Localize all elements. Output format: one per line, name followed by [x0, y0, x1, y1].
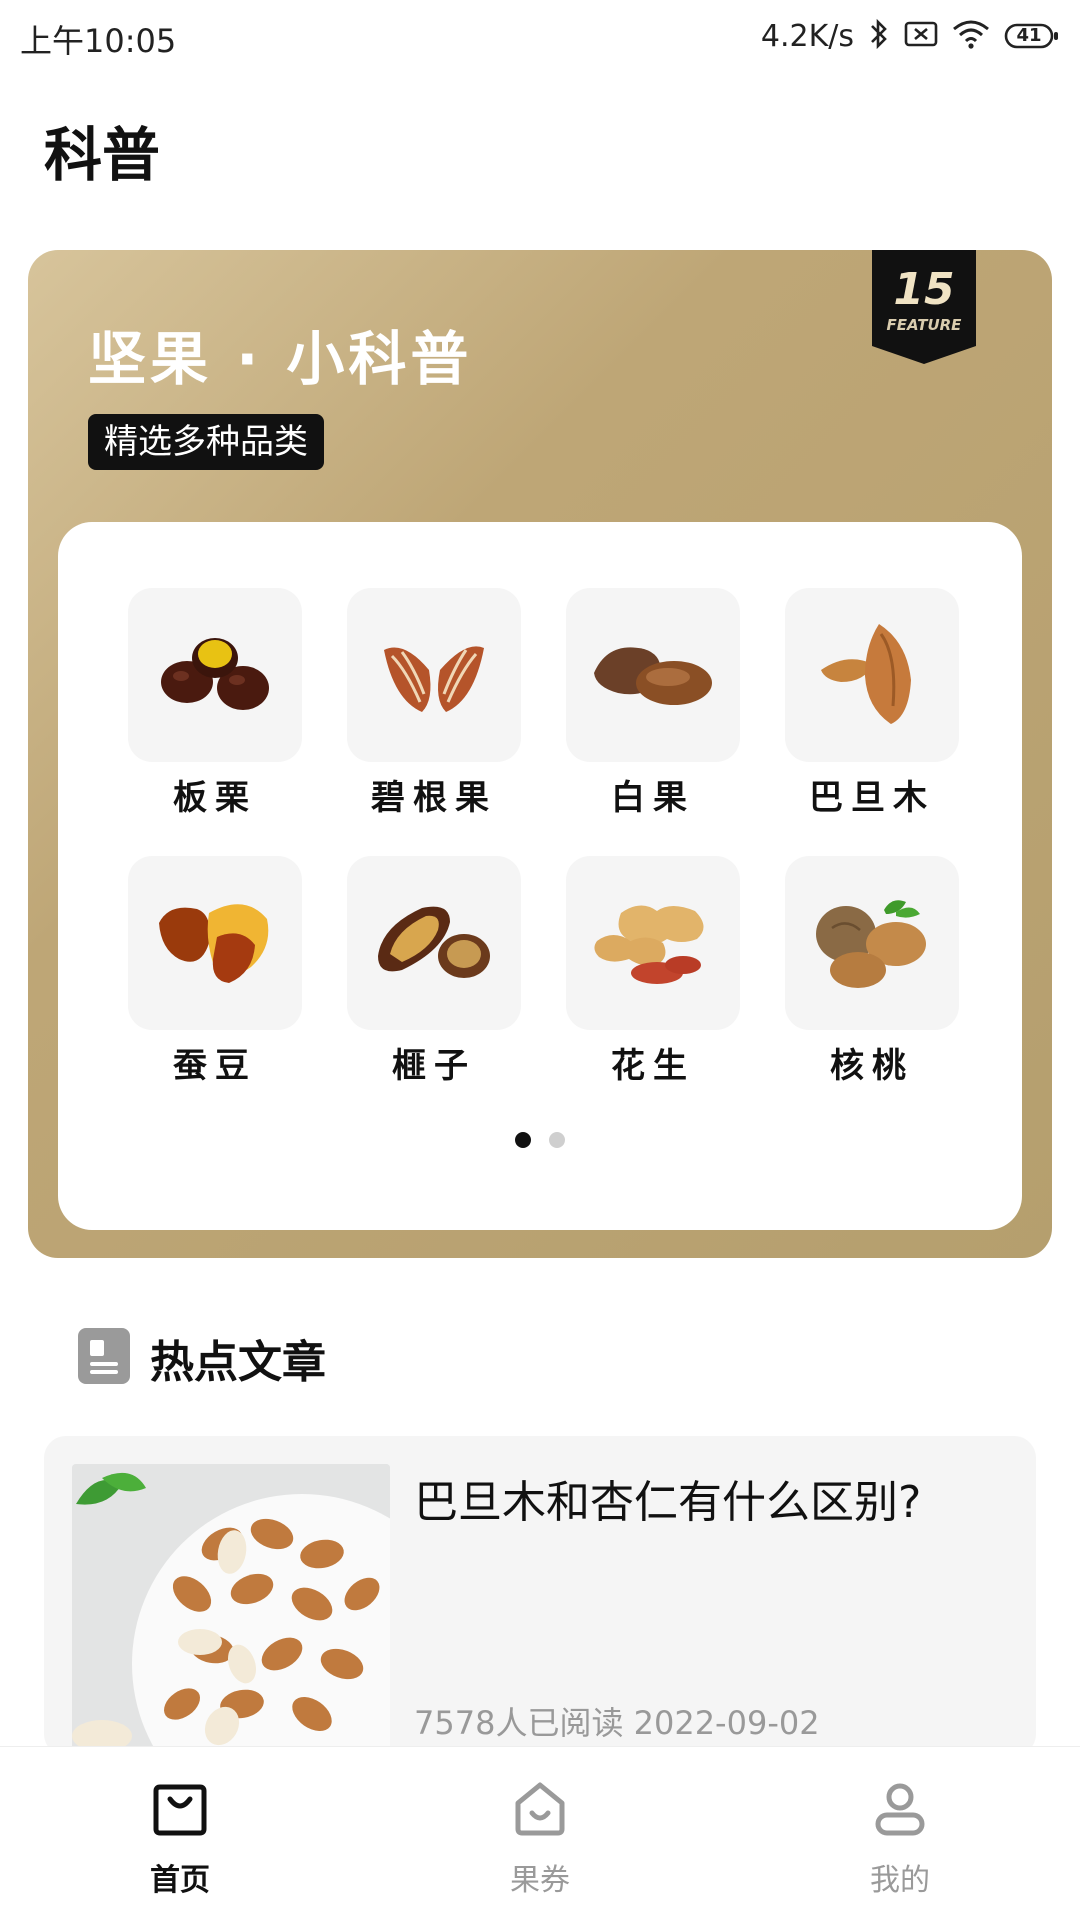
category-label: 榧子	[392, 1046, 476, 1086]
banner-title: 坚果 · 小科普	[88, 325, 473, 393]
category-item-broad-bean[interactable]: 蚕豆	[128, 856, 302, 1086]
banner-tag: 精选多种品类	[88, 414, 324, 470]
category-label: 核桃	[830, 1046, 914, 1086]
status-icons: 4.2K/s 41	[761, 14, 1060, 58]
house-smile-icon	[512, 1781, 568, 1841]
category-grid-card: 板栗 碧根果 白果 巴旦木 蚕豆 榧子 花生 核桃	[58, 522, 1022, 1230]
walnut-icon	[785, 856, 959, 1030]
nav-label: 果券	[510, 1863, 570, 1898]
category-item-ginkgo[interactable]: 白果	[566, 588, 740, 818]
category-item-walnut[interactable]: 核桃	[785, 856, 959, 1086]
peanut-icon	[566, 856, 740, 1030]
chestnut-icon	[128, 588, 302, 762]
feature-badge: 15 FEATURE	[872, 250, 976, 364]
category-label: 板栗	[173, 778, 257, 818]
category-item-almond[interactable]: 巴旦木	[785, 588, 959, 818]
battery-level: 41	[1016, 25, 1042, 46]
nuts-banner: 坚果 · 小科普 精选多种品类 15 FEATURE 板栗 碧根果 白果 巴旦木…	[28, 250, 1052, 1258]
shopping-bag-icon	[152, 1781, 208, 1841]
status-bar: 上午10:05 4.2K/s 41	[0, 0, 1080, 72]
pecan-icon	[347, 588, 521, 762]
nav-profile[interactable]: 我的	[790, 1747, 1010, 1920]
battery-icon: 41	[1004, 22, 1060, 50]
article-icon	[78, 1328, 130, 1388]
category-item-chestnut[interactable]: 板栗	[128, 588, 302, 818]
status-time: 上午10:05	[20, 22, 177, 60]
category-label: 花生	[611, 1046, 695, 1086]
carousel-pager	[58, 1132, 1022, 1148]
article-title: 巴旦木和杏仁有什么区别?	[414, 1477, 922, 1528]
pager-dot-2[interactable]	[549, 1132, 565, 1148]
category-label: 巴旦木	[809, 778, 935, 818]
nav-label: 首页	[150, 1863, 210, 1898]
hot-articles-header: 热点文章	[78, 1326, 326, 1390]
sim-blocked-icon	[904, 20, 938, 52]
hot-articles-title: 热点文章	[150, 1337, 326, 1388]
user-icon	[872, 1781, 928, 1841]
category-item-peanut[interactable]: 花生	[566, 856, 740, 1086]
category-item-pecan[interactable]: 碧根果	[347, 588, 521, 818]
category-item-torreya[interactable]: 榧子	[347, 856, 521, 1086]
nav-label: 我的	[870, 1863, 930, 1898]
broad-bean-icon	[128, 856, 302, 1030]
ginkgo-icon	[566, 588, 740, 762]
article-meta: 7578人已阅读 2022-09-02	[414, 1704, 820, 1742]
bottom-nav: 首页 果券 我的	[0, 1746, 1080, 1920]
bluetooth-icon	[868, 17, 890, 55]
nav-coupons[interactable]: 果券	[430, 1747, 650, 1920]
feature-badge-number: 15	[893, 264, 955, 315]
category-label: 蚕豆	[173, 1046, 257, 1086]
page-title: 科普	[44, 121, 161, 189]
article-thumbnail	[72, 1464, 390, 1756]
almond-icon	[785, 588, 959, 762]
torreya-icon	[347, 856, 521, 1030]
category-grid: 板栗 碧根果 白果 巴旦木 蚕豆 榧子 花生 核桃	[128, 588, 959, 1086]
feature-badge-text: FEATURE	[886, 316, 962, 334]
nav-home[interactable]: 首页	[70, 1747, 290, 1920]
pager-dot-1[interactable]	[515, 1132, 531, 1148]
category-label: 碧根果	[371, 778, 497, 818]
category-label: 白果	[611, 778, 695, 818]
article-card[interactable]: 巴旦木和杏仁有什么区别? 7578人已阅读 2022-09-02	[44, 1436, 1036, 1756]
network-speed: 4.2K/s	[760, 18, 854, 54]
wifi-icon	[952, 19, 990, 53]
